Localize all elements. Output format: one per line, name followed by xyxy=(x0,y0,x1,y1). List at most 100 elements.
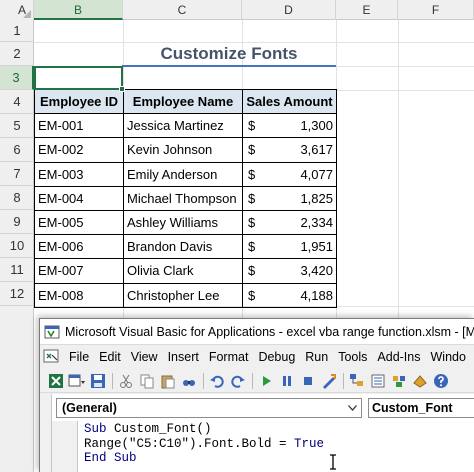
sales-amount-value: 4,077 xyxy=(300,166,333,182)
cell-sales-amount[interactable]: $3,617 xyxy=(242,137,337,163)
code-window[interactable]: (General) Custom_Font Sub Custom_Font() … xyxy=(40,394,474,472)
cell-sales-amount[interactable]: $3,420 xyxy=(242,258,337,284)
row-header-8[interactable]: 8 xyxy=(0,186,34,210)
menu-format[interactable]: Format xyxy=(204,350,254,364)
row-header-4[interactable]: 4 xyxy=(0,90,34,114)
properties-window-icon[interactable] xyxy=(368,372,387,390)
menu-window[interactable]: Windo xyxy=(426,350,471,364)
run-icon[interactable] xyxy=(256,372,275,390)
cell-employee-id[interactable]: EM-007 xyxy=(34,258,124,284)
menu-insert[interactable]: Insert xyxy=(163,350,204,364)
row-header-7[interactable]: 7 xyxy=(0,162,34,186)
row-header-9[interactable]: 9 xyxy=(0,210,34,234)
currency-symbol: $ xyxy=(248,166,256,182)
cell-employee-id[interactable]: EM-004 xyxy=(34,185,124,211)
menu-view[interactable]: View xyxy=(126,350,163,364)
cell-employee-id[interactable]: EM-006 xyxy=(34,234,124,260)
break-icon[interactable] xyxy=(277,372,296,390)
view-excel-icon[interactable] xyxy=(46,372,65,390)
cell-employee-id[interactable]: EM-001 xyxy=(34,113,124,139)
cell-employee-name[interactable]: Christopher Lee xyxy=(123,282,243,308)
menu-debug[interactable]: Debug xyxy=(253,350,300,364)
table-header-row: Employee ID Employee Name Sales Amount xyxy=(34,88,337,115)
cell-employee-name[interactable]: Brandon Davis xyxy=(123,234,243,260)
code-editor-text[interactable]: Sub Custom_Font() Range("C5:C10").Font.B… xyxy=(84,422,324,466)
object-browser-icon[interactable] xyxy=(389,372,408,390)
row-header-11[interactable]: 11 xyxy=(0,258,34,282)
menu-run[interactable]: Run xyxy=(300,350,333,364)
toolbar-separator xyxy=(203,372,204,389)
column-header-d[interactable]: D xyxy=(242,0,336,20)
object-dropdown[interactable]: (General) xyxy=(56,398,362,418)
save-icon[interactable] xyxy=(88,372,107,390)
header-employee-name[interactable]: Employee Name xyxy=(123,88,243,115)
find-icon[interactable] xyxy=(179,372,198,390)
cell-sales-amount[interactable]: $4,077 xyxy=(242,161,337,187)
code-line-2: Range("C5:C10").Font.Bold = True xyxy=(84,436,325,451)
column-header-bar: B C D E F xyxy=(0,0,474,20)
sales-amount-value: 1,825 xyxy=(300,190,333,206)
sheet-title: Customize Fonts xyxy=(160,44,298,63)
chevron-down-icon[interactable] xyxy=(344,399,361,417)
selected-cell-b3[interactable] xyxy=(34,66,123,90)
undo-icon[interactable] xyxy=(207,372,226,390)
column-header-e[interactable]: E xyxy=(336,0,398,20)
menu-tools[interactable]: Tools xyxy=(333,350,372,364)
menu-file[interactable]: File xyxy=(64,350,94,364)
column-header-b[interactable]: B xyxy=(34,0,123,20)
row-header-1[interactable]: 1 xyxy=(0,20,34,42)
cell-employee-id[interactable]: EM-005 xyxy=(34,209,124,236)
row-header-6[interactable]: 6 xyxy=(0,138,34,162)
cell-sales-amount[interactable]: $1,300 xyxy=(242,113,337,139)
project-explorer-icon[interactable] xyxy=(347,372,366,390)
header-employee-id[interactable]: Employee ID xyxy=(34,88,124,115)
row-header-5[interactable]: 5 xyxy=(0,114,34,138)
vba-editor-window[interactable]: Microsoft Visual Basic for Applications … xyxy=(39,318,474,472)
table-row: EM-001 Jessica Martinez $1,300 xyxy=(34,113,337,139)
toolbox-icon[interactable] xyxy=(410,372,429,390)
cell-employee-name[interactable]: Olivia Clark xyxy=(123,258,243,284)
column-header-c[interactable]: C xyxy=(123,0,242,20)
menu-add-ins[interactable]: Add-Ins xyxy=(372,350,425,364)
cell-employee-id[interactable]: EM-003 xyxy=(34,161,124,187)
design-mode-icon[interactable] xyxy=(319,372,338,390)
row-header-10[interactable]: 10 xyxy=(0,234,34,258)
reset-icon[interactable] xyxy=(298,372,317,390)
code-margin-indicator-bar[interactable] xyxy=(52,421,78,472)
cut-icon[interactable] xyxy=(116,372,135,390)
fill-handle[interactable] xyxy=(119,86,125,92)
paste-icon[interactable] xyxy=(158,372,177,390)
header-sales-amount[interactable]: Sales Amount xyxy=(242,88,337,115)
row-header-3[interactable]: 3 xyxy=(0,66,34,90)
toolbar-separator xyxy=(343,372,344,389)
cell-employee-name[interactable]: Michael Thompson xyxy=(123,185,243,211)
cell-employee-name[interactable]: Emily Anderson xyxy=(123,161,243,187)
cell-employee-name[interactable]: Ashley Williams xyxy=(123,209,243,236)
copy-icon[interactable] xyxy=(137,372,156,390)
menu-edit[interactable]: Edit xyxy=(94,350,126,364)
help-icon[interactable] xyxy=(431,372,450,390)
cell-sales-amount[interactable]: $2,334 xyxy=(242,209,337,236)
vba-toolbar xyxy=(40,369,474,393)
sales-amount-value: 1,951 xyxy=(300,239,333,255)
cell-sales-amount[interactable]: $1,951 xyxy=(242,234,337,260)
currency-symbol: $ xyxy=(248,215,256,231)
sales-amount-value: 3,617 xyxy=(300,142,333,158)
row-header-2[interactable]: 2 xyxy=(0,42,34,66)
column-header-f[interactable]: F xyxy=(398,0,474,20)
excel-module-icon[interactable] xyxy=(42,348,62,366)
redo-icon[interactable] xyxy=(228,372,247,390)
cell-employee-id[interactable]: EM-008 xyxy=(34,282,124,308)
vba-window-title: Microsoft Visual Basic for Applications … xyxy=(65,324,474,339)
column-header-a-text[interactable]: A xyxy=(14,0,30,20)
cell-sales-amount[interactable]: $1,825 xyxy=(242,185,337,211)
vba-title-bar[interactable]: Microsoft Visual Basic for Applications … xyxy=(40,319,474,345)
procedure-dropdown[interactable]: Custom_Font xyxy=(368,398,474,418)
cell-employee-name[interactable]: Kevin Johnson xyxy=(123,137,243,163)
row-header-12[interactable]: 12 xyxy=(0,282,34,306)
toolbar-separator xyxy=(112,372,113,389)
cell-sales-amount[interactable]: $4,188 xyxy=(242,282,337,308)
cell-employee-id[interactable]: EM-002 xyxy=(34,137,124,163)
cell-employee-name[interactable]: Jessica Martinez xyxy=(123,113,243,139)
insert-module-icon[interactable] xyxy=(67,372,86,390)
